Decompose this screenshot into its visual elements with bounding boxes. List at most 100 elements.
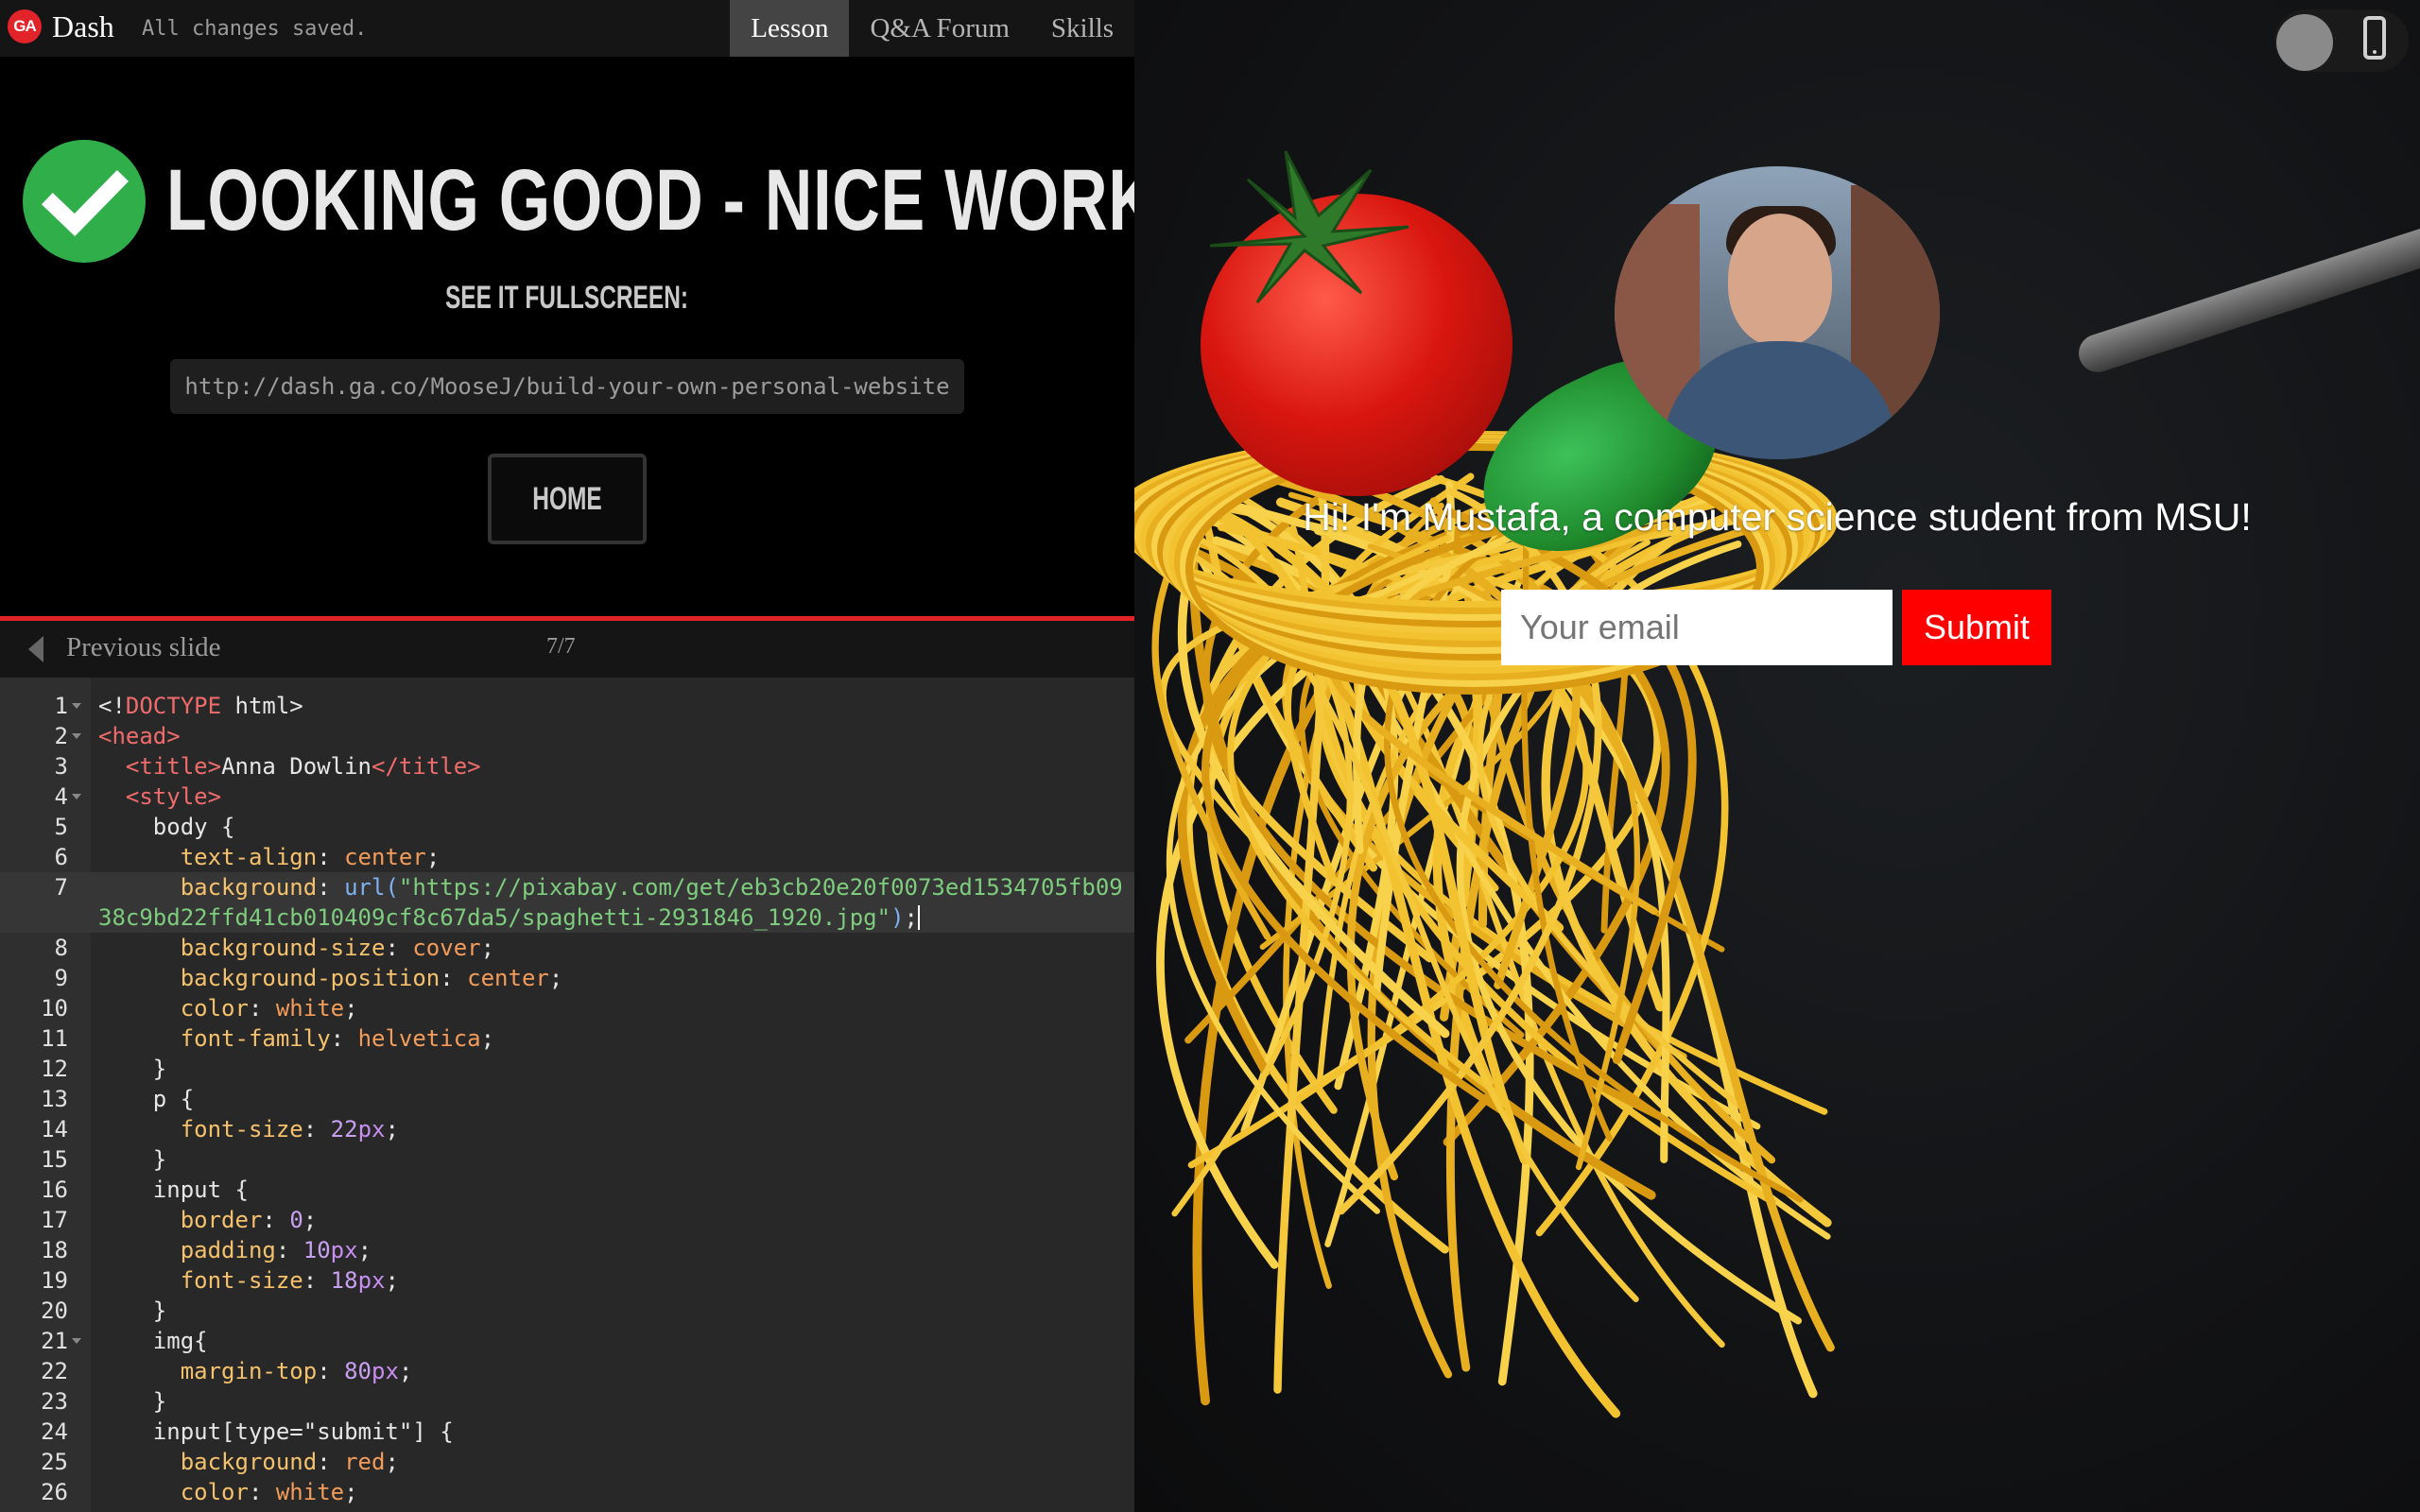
checkmark-circle-icon <box>23 140 146 263</box>
fold-arrow-icon[interactable] <box>72 794 81 799</box>
code-text: background: url("https://pixabay.com/get… <box>180 874 1123 901</box>
line-number: 22 <box>41 1358 68 1384</box>
fold-arrow-icon[interactable] <box>72 733 81 739</box>
tab-skills[interactable]: Skills <box>1030 0 1134 57</box>
slide-counter: 7/7 <box>546 634 576 659</box>
preview-panel: Hi! I'm Mustafa, a computer science stud… <box>1134 0 2420 1512</box>
ga-logo-icon[interactable]: GA <box>8 9 42 43</box>
code-line[interactable]: 18 padding: 10px; <box>0 1235 1134 1265</box>
code-line[interactable]: 38c9bd22ffd41cb010409cf8c67da5/spaghetti… <box>0 902 1134 933</box>
code-line[interactable]: 19 font-size: 18px; <box>0 1265 1134 1296</box>
toggle-knob[interactable] <box>2276 14 2333 71</box>
save-status: All changes saved. <box>142 17 368 41</box>
code-text: <title>Anna Dowlin</title> <box>125 753 481 780</box>
code-text: font-family: helvetica; <box>180 1025 495 1052</box>
line-number: 8 <box>54 935 68 961</box>
code-line[interactable]: 22 margin-top: 80px; <box>0 1356 1134 1386</box>
device-toggle[interactable] <box>2274 9 2409 72</box>
code-line[interactable]: 6 text-align: center; <box>0 842 1134 872</box>
code-text: background-position: center; <box>180 965 563 991</box>
line-number: 15 <box>41 1146 68 1173</box>
code-line[interactable]: 5 body { <box>0 812 1134 842</box>
code-editor[interactable]: 1 <!DOCTYPE html> 2 <head> 3 <title>Anna Dow… <box>0 678 1134 1512</box>
code-line[interactable]: 15 } <box>0 1144 1134 1175</box>
fold-arrow-icon[interactable] <box>72 1338 81 1344</box>
code-text: background-size: cover; <box>180 935 495 961</box>
line-number: 26 <box>41 1479 68 1505</box>
code-text: 38c9bd22ffd41cb010409cf8c67da5/spaghetti… <box>98 904 920 931</box>
code-text: p { <box>98 1086 195 1112</box>
code-line[interactable]: 17 border: 0; <box>0 1205 1134 1235</box>
code-line[interactable]: 4 <style> <box>0 782 1134 812</box>
line-number: 25 <box>41 1449 68 1475</box>
code-text: margin-top: 80px; <box>180 1358 413 1384</box>
line-number: 12 <box>41 1056 68 1082</box>
tab-qa-forum[interactable]: Q&A Forum <box>849 0 1029 57</box>
code-text: text-align: center; <box>180 844 441 870</box>
line-number: 1 <box>54 693 68 719</box>
code-line[interactable]: 12 } <box>0 1054 1134 1084</box>
line-number: 9 <box>54 965 68 991</box>
code-line[interactable]: 14 font-size: 22px; <box>0 1114 1134 1144</box>
code-line[interactable]: 7 background: url("https://pixabay.com/g… <box>0 872 1134 902</box>
code-text: <!DOCTYPE html> <box>98 693 303 719</box>
code-line[interactable]: 11 font-family: helvetica; <box>0 1023 1134 1054</box>
code-line[interactable]: 2 <head> <box>0 721 1134 751</box>
main-nav: Lesson Q&A Forum Skills <box>730 0 1134 57</box>
code-line[interactable]: 16 input { <box>0 1175 1134 1205</box>
code-text: <head> <box>98 723 181 749</box>
line-number: 11 <box>41 1025 68 1052</box>
line-number: 4 <box>54 783 68 810</box>
code-text: background: red; <box>180 1449 399 1475</box>
code-line[interactable]: 3 <title>Anna Dowlin</title> <box>0 751 1134 782</box>
code-line[interactable]: 1 <!DOCTYPE html> <box>0 691 1134 721</box>
fullscreen-label: SEE IT FULLSCREEN: <box>0 280 1134 317</box>
code-line[interactable]: 23 } <box>0 1386 1134 1417</box>
home-button-label: HOME <box>532 480 602 517</box>
code-line[interactable]: 9 background-position: center; <box>0 963 1134 993</box>
code-line[interactable]: 24 input[type="submit"] { <box>0 1417 1134 1447</box>
code-text: color: white; <box>180 995 358 1022</box>
submit-button[interactable]: Submit <box>1902 590 2051 665</box>
top-bar: GA Dash All changes saved. Lesson Q&A Fo… <box>0 0 1134 57</box>
code-line[interactable]: 10 color: white; <box>0 993 1134 1023</box>
line-number: 23 <box>41 1388 68 1415</box>
code-text: font-size: 22px; <box>180 1116 399 1143</box>
fullscreen-url[interactable]: http://dash.ga.co/MooseJ/build-your-own-… <box>170 359 964 414</box>
tab-lesson[interactable]: Lesson <box>730 0 850 57</box>
code-line[interactable]: 20 } <box>0 1296 1134 1326</box>
code-line[interactable]: 26 color: white; <box>0 1477 1134 1507</box>
slide-navigation: Previous slide 7/7 <box>0 621 1134 678</box>
code-text: } <box>98 1388 167 1415</box>
code-text: body { <box>98 814 235 840</box>
code-line[interactable]: 25 background: red; <box>0 1447 1134 1477</box>
previous-slide-link[interactable]: Previous slide <box>66 632 221 663</box>
home-button[interactable]: HOME <box>488 454 647 544</box>
profile-photo <box>1615 166 1940 459</box>
code-text: } <box>98 1297 167 1324</box>
line-number: 5 <box>54 814 68 840</box>
line-number: 21 <box>41 1328 68 1354</box>
line-number: 24 <box>41 1418 68 1445</box>
code-text: input { <box>98 1177 249 1203</box>
email-input[interactable] <box>1501 590 1893 665</box>
code-text: } <box>98 1056 167 1082</box>
code-line[interactable]: 8 background-size: cover; <box>0 933 1134 963</box>
code-line[interactable]: 21 img{ <box>0 1326 1134 1356</box>
line-number: 7 <box>54 874 68 901</box>
mobile-phone-icon[interactable] <box>2363 16 2386 60</box>
fork-image <box>2073 203 2420 378</box>
fullscreen-label-text: SEE IT FULLSCREEN: <box>445 280 689 316</box>
chevron-left-icon[interactable] <box>28 636 43 662</box>
line-number: 17 <box>41 1207 68 1233</box>
preview-tagline: Hi! I'm Mustafa, a computer science stud… <box>1303 495 2252 539</box>
code-line[interactable]: 13 p { <box>0 1084 1134 1114</box>
code-text: <style> <box>125 783 222 810</box>
code-text: input[type="submit"] { <box>98 1418 454 1445</box>
fold-arrow-icon[interactable] <box>72 703 81 709</box>
code-text: padding: 10px; <box>180 1237 372 1263</box>
line-number: 16 <box>41 1177 68 1203</box>
code-text: } <box>98 1146 167 1173</box>
line-number: 19 <box>41 1267 68 1294</box>
line-number: 10 <box>41 995 68 1022</box>
